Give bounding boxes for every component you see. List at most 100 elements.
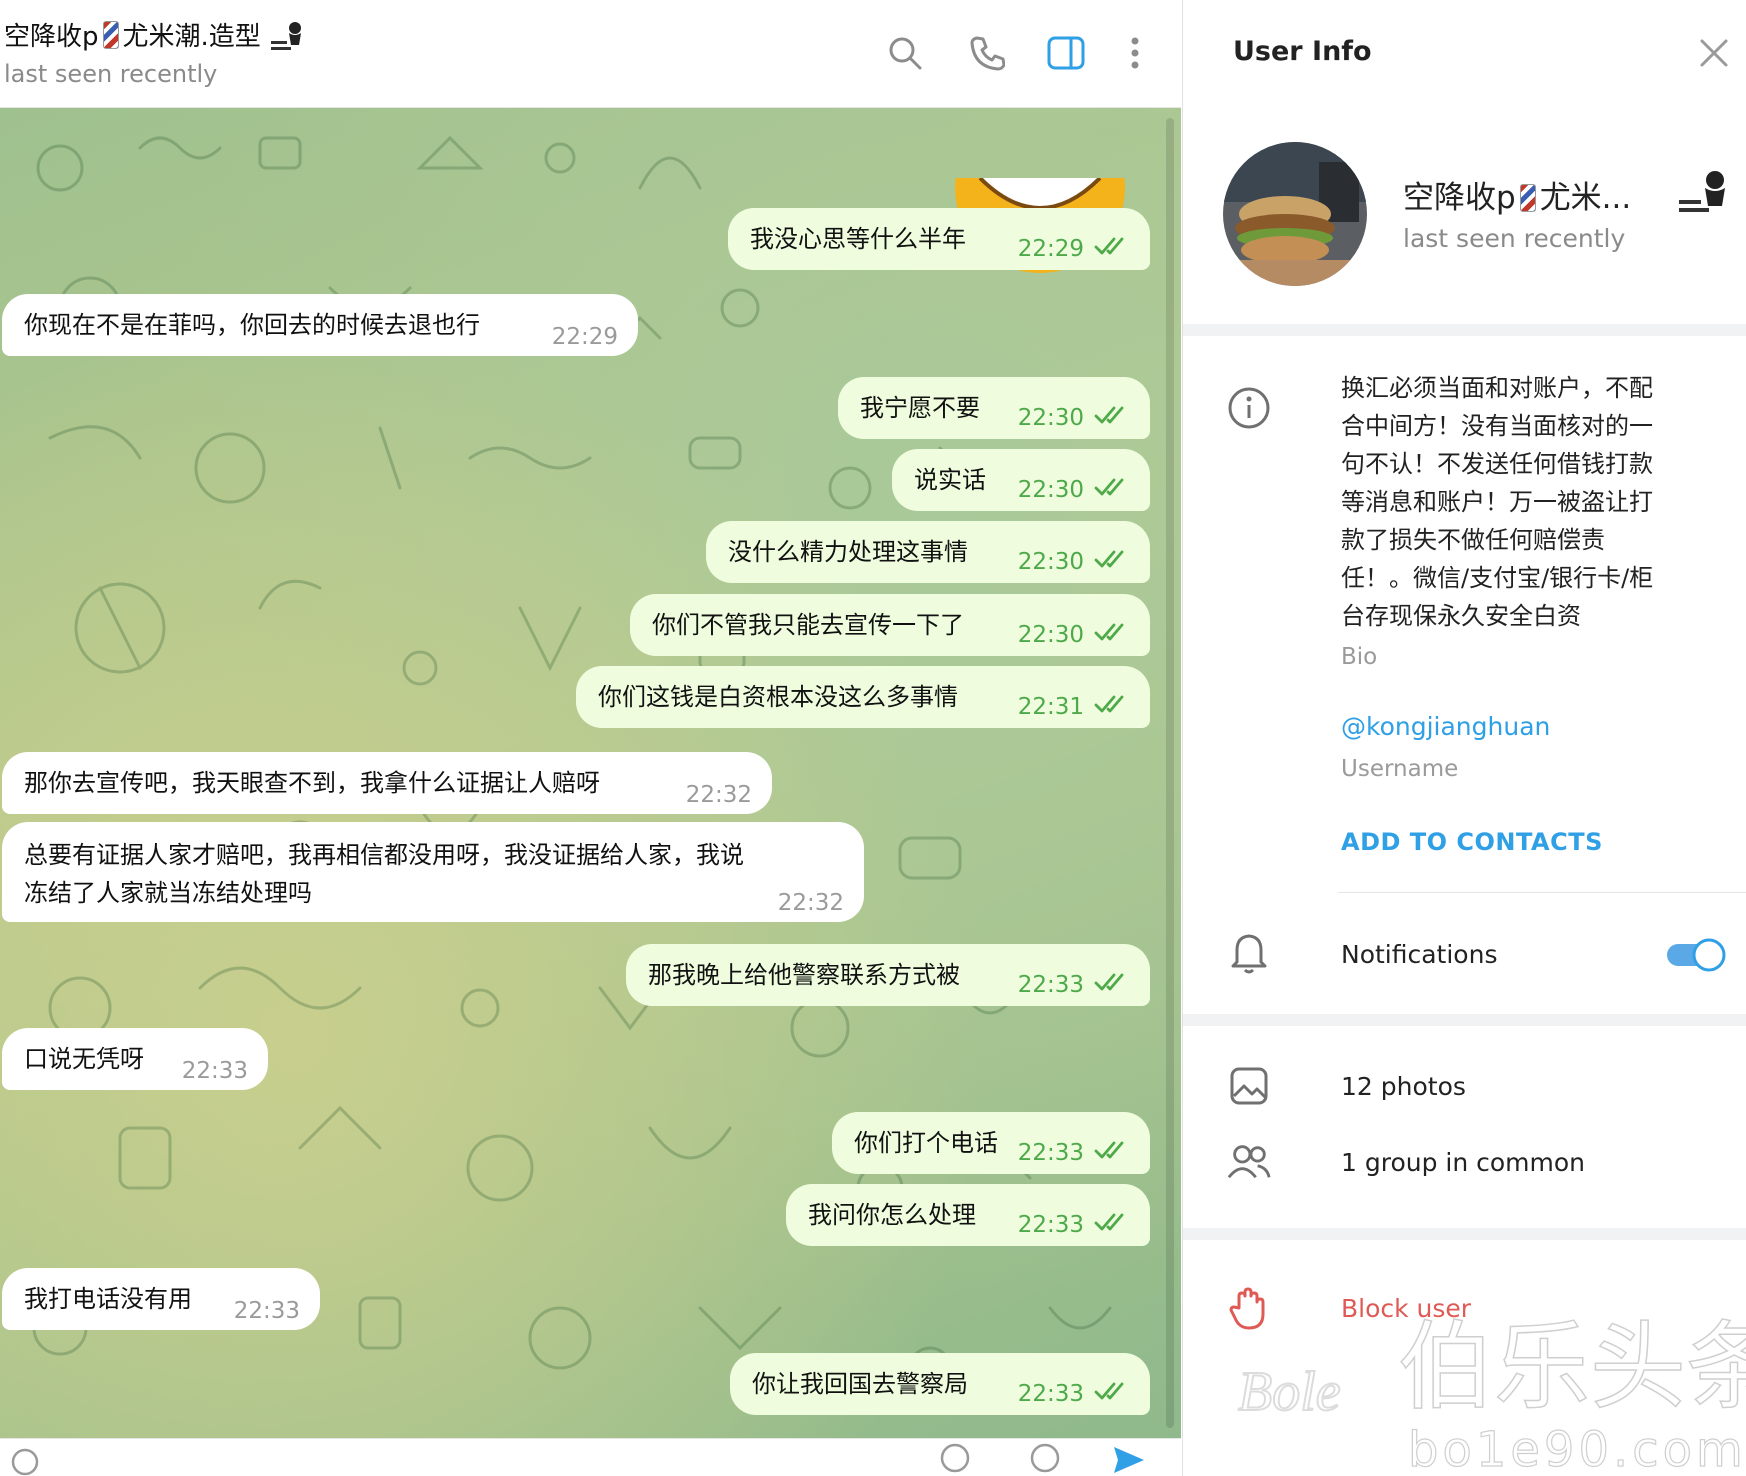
notifications-toggle[interactable] xyxy=(1665,938,1726,972)
message-composer[interactable] xyxy=(0,1438,1181,1476)
logo-mini-icon xyxy=(270,22,301,50)
outgoing-message[interactable]: 你们不管我只能去宣传一下了 22:30 xyxy=(630,594,1150,656)
message-text: 我问你怎么处理 xyxy=(808,1201,976,1229)
chat-status: last seen recently xyxy=(4,60,218,88)
barber-pole-emoji xyxy=(102,21,119,49)
emoji-icon[interactable] xyxy=(940,1443,970,1473)
read-checkmarks-icon xyxy=(1094,695,1124,713)
message-time: 22:33 xyxy=(1017,972,1084,998)
read-checkmarks-icon xyxy=(1094,237,1124,255)
outgoing-message[interactable]: 我问你怎么处理 22:33 xyxy=(786,1184,1150,1246)
message-text: 没什么精力处理这事情 xyxy=(728,538,968,566)
sidebar-toggle-icon[interactable] xyxy=(1045,32,1087,74)
block-user-button[interactable]: Block user xyxy=(1341,1294,1471,1323)
barber-pole-emoji xyxy=(1519,184,1536,212)
voice-icon[interactable] xyxy=(1030,1443,1060,1473)
close-icon[interactable] xyxy=(1699,38,1729,68)
read-checkmarks-icon xyxy=(1094,623,1124,641)
chat-title-suffix: 尤米潮.造型 xyxy=(122,22,261,52)
message-text: 你现在不是在菲吗，你回去的时候去退也行 xyxy=(24,311,480,339)
message-list[interactable]: 我没心思等什么半年 22:29 你现在不是在菲吗，你回去的时候去退也行 22:29 我宁… xyxy=(0,108,1181,1438)
profile-name-text: 空降收p xyxy=(1403,180,1516,216)
section-divider xyxy=(1183,1228,1746,1240)
info-icon xyxy=(1227,386,1271,430)
message-time: 22:30 xyxy=(1017,622,1084,648)
read-checkmarks-icon xyxy=(1094,1382,1124,1400)
user-info-panel: User Info 空降收p 尤米... last seen recently 换… xyxy=(1182,0,1746,1476)
row-divider xyxy=(1338,892,1746,893)
incoming-message[interactable]: 你现在不是在菲吗，你回去的时候去退也行 22:29 xyxy=(2,294,638,356)
chat-title-name: 空降收p xyxy=(4,22,99,52)
read-checkmarks-icon xyxy=(1094,406,1124,424)
outgoing-message[interactable]: 说实话 22:30 xyxy=(892,449,1150,511)
section-divider xyxy=(1183,324,1746,336)
logo-icon xyxy=(1679,171,1725,212)
message-time: 22:32 xyxy=(685,782,752,808)
read-checkmarks-icon xyxy=(1094,550,1124,568)
groups-icon xyxy=(1227,1140,1271,1184)
chat-title[interactable]: 空降收p 尤米潮.造型 xyxy=(4,16,307,55)
outgoing-message[interactable]: 没什么精力处理这事情 22:30 xyxy=(706,521,1150,583)
add-to-contacts-button[interactable]: ADD TO CONTACTS xyxy=(1341,828,1603,856)
section-divider xyxy=(1183,1014,1746,1026)
avatar[interactable] xyxy=(1223,142,1367,286)
search-icon[interactable] xyxy=(884,32,926,74)
incoming-message[interactable]: 那你去宣传吧，我天眼查不到，我拿什么证据让人赔呀 22:32 xyxy=(2,752,772,814)
message-time: 22:33 xyxy=(233,1298,300,1324)
read-checkmarks-icon xyxy=(1094,973,1124,991)
attach-icon[interactable] xyxy=(10,1447,40,1476)
message-time: 22:29 xyxy=(1017,236,1084,262)
message-time: 22:31 xyxy=(1017,694,1084,720)
more-menu-icon[interactable] xyxy=(1114,32,1156,74)
message-text: 你们不管我只能去宣传一下了 xyxy=(652,611,964,639)
outgoing-message[interactable]: 你们这钱是白资根本没这么多事情 22:31 xyxy=(576,666,1150,728)
send-icon[interactable] xyxy=(1112,1445,1146,1475)
message-text: 我打电话没有用 xyxy=(24,1285,192,1313)
message-time: 22:30 xyxy=(1017,405,1084,431)
photos-count[interactable]: 12 photos xyxy=(1341,1072,1466,1101)
outgoing-message[interactable]: 我没心思等什么半年 22:29 xyxy=(728,208,1150,270)
bio-text: 换汇必须当面和对账户，不配 合中间方！没有当面核对的一 句不认！不发送任何借钱打… xyxy=(1341,374,1654,630)
message-text: 总要有证据人家才赔吧，我再相信都没用呀，我没证据给人家，我说 冻结了人家就当冻结… xyxy=(24,841,744,907)
message-text: 我没心思等什么半年 xyxy=(750,225,966,253)
message-time: 22:33 xyxy=(181,1058,248,1084)
message-text: 你让我回国去警察局 xyxy=(752,1370,968,1398)
phone-icon[interactable] xyxy=(966,32,1008,74)
notifications-label: Notifications xyxy=(1341,940,1498,969)
bell-icon xyxy=(1227,930,1271,974)
panel-title: User Info xyxy=(1233,36,1372,67)
incoming-message[interactable]: 我打电话没有用 22:33 xyxy=(2,1268,320,1330)
message-time: 22:30 xyxy=(1017,549,1084,575)
read-checkmarks-icon xyxy=(1094,478,1124,496)
message-text: 那你去宣传吧，我天眼查不到，我拿什么证据让人赔呀 xyxy=(24,769,600,797)
profile-name-suffix: 尤米... xyxy=(1539,180,1632,216)
message-time: 22:33 xyxy=(1017,1140,1084,1166)
incoming-message[interactable]: 口说无凭呀 22:33 xyxy=(2,1028,268,1090)
profile-name: 空降收p 尤米... xyxy=(1403,172,1631,217)
message-time: 22:29 xyxy=(551,324,618,350)
message-time: 22:32 xyxy=(777,890,844,916)
message-time: 22:30 xyxy=(1017,477,1084,503)
username-link[interactable]: @kongjianghuan xyxy=(1341,712,1550,741)
message-text: 说实话 xyxy=(914,466,986,494)
message-text: 你们打个电话 xyxy=(854,1129,998,1157)
chat-header: 空降收p 尤米潮.造型 last seen recently xyxy=(0,0,1181,108)
hand-stop-icon xyxy=(1227,1286,1271,1330)
username-label: Username xyxy=(1341,756,1459,782)
read-checkmarks-icon xyxy=(1094,1141,1124,1159)
chat-scrollbar[interactable] xyxy=(1166,118,1174,1428)
outgoing-message[interactable]: 我宁愿不要 22:30 xyxy=(838,377,1150,439)
message-time: 22:33 xyxy=(1017,1212,1084,1238)
message-text: 我宁愿不要 xyxy=(860,394,980,422)
groups-in-common[interactable]: 1 group in common xyxy=(1341,1148,1585,1177)
message-text: 口说无凭呀 xyxy=(24,1045,144,1073)
read-checkmarks-icon xyxy=(1094,1213,1124,1231)
message-text: 你们这钱是白资根本没这么多事情 xyxy=(598,683,958,711)
outgoing-message[interactable]: 那我晚上给他警察联系方式被 22:33 xyxy=(626,944,1150,1006)
outgoing-message[interactable]: 你让我回国去警察局 22:33 xyxy=(730,1353,1150,1415)
incoming-message[interactable]: 总要有证据人家才赔吧，我再相信都没用呀，我没证据给人家，我说 冻结了人家就当冻结… xyxy=(2,822,864,922)
message-time: 22:33 xyxy=(1017,1381,1084,1407)
profile-status: last seen recently xyxy=(1403,224,1626,253)
outgoing-message[interactable]: 你们打个电话 22:33 xyxy=(832,1112,1150,1174)
message-text: 那我晚上给他警察联系方式被 xyxy=(648,961,960,989)
